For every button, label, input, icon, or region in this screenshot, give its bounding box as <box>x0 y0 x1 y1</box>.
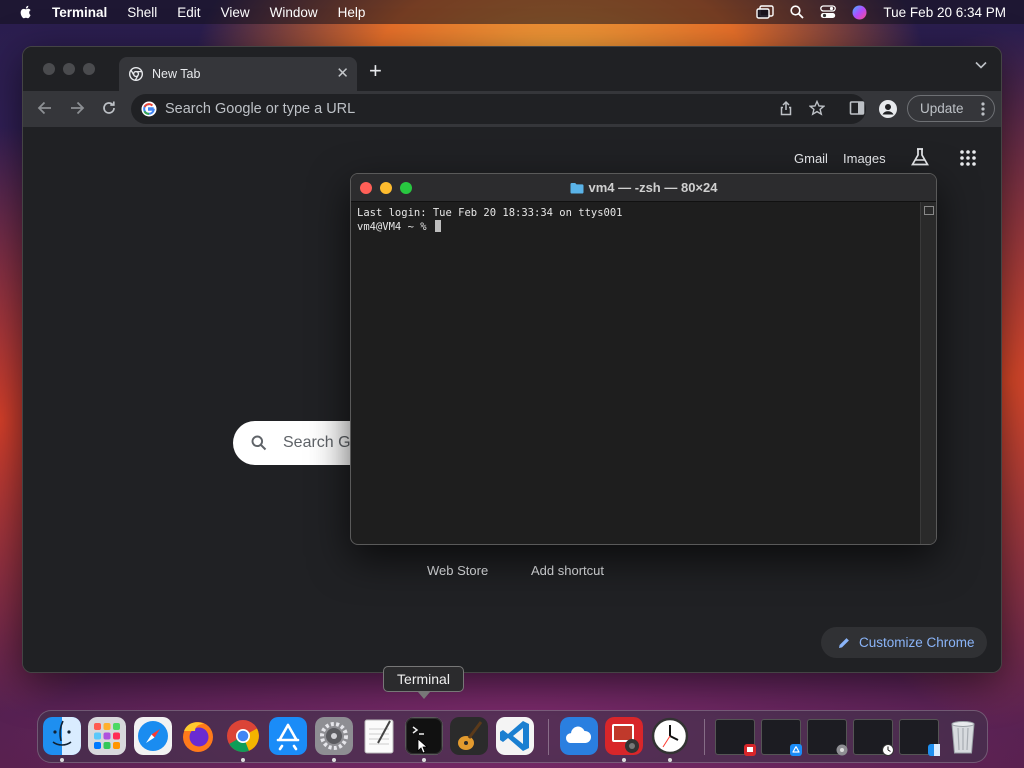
back-arrow-icon[interactable] <box>37 100 53 116</box>
forward-arrow-icon[interactable] <box>69 100 85 116</box>
terminal-cursor <box>434 220 441 232</box>
photo-booth-icon[interactable] <box>605 717 643 755</box>
finder-icon[interactable] <box>43 717 81 755</box>
pencil-icon <box>839 637 849 648</box>
running-indicator <box>668 758 672 762</box>
minimized-window-thumbnail[interactable] <box>761 719 802 756</box>
running-indicator <box>60 758 64 762</box>
menu-window[interactable]: Window <box>270 5 318 20</box>
app-store-icon[interactable] <box>269 717 307 755</box>
new-tab-button[interactable]: + <box>369 59 382 83</box>
system-settings-icon[interactable] <box>315 717 353 755</box>
tab-new-tab[interactable]: New Tab ✕ <box>119 57 357 91</box>
terminal-title-bar[interactable]: vm4 — -zsh — 80×24 <box>351 174 936 202</box>
menu-app-name[interactable]: Terminal <box>52 5 107 20</box>
finder-badge-icon <box>928 744 940 756</box>
terminal-scrollbar[interactable] <box>920 202 936 544</box>
running-indicator <box>332 758 336 762</box>
browser-toolbar: Update <box>23 91 1001 127</box>
running-indicator <box>241 758 245 762</box>
safari-icon[interactable] <box>134 717 172 755</box>
gmail-link[interactable]: Gmail <box>794 151 828 166</box>
spotlight-icon[interactable] <box>790 5 805 19</box>
weather-icon[interactable] <box>560 717 598 755</box>
app-store-badge-icon <box>790 744 802 756</box>
dock-separator <box>548 719 549 755</box>
minimized-window-thumbnail[interactable] <box>807 719 848 756</box>
terminal-window[interactable]: vm4 — -zsh — 80×24 Last login: Tue Feb 2… <box>350 173 937 545</box>
omnibox-input[interactable] <box>165 101 725 117</box>
dock-separator <box>704 719 705 755</box>
update-button[interactable]: Update <box>907 95 995 122</box>
more-vert-icon[interactable] <box>981 101 985 117</box>
menu-clock[interactable]: Tue Feb 20 6:34 PM <box>883 5 1006 20</box>
share-icon[interactable] <box>779 100 793 116</box>
minimize-button[interactable] <box>380 182 392 194</box>
dock-tooltip: Terminal <box>383 666 464 699</box>
minimized-window-thumbnail[interactable] <box>853 719 894 756</box>
menu-bar: Terminal Shell Edit View Window Help Tue… <box>0 0 1024 24</box>
menu-help[interactable]: Help <box>338 5 366 20</box>
minimized-window-thumbnail[interactable] <box>899 719 940 756</box>
apple-icon[interactable] <box>18 4 34 20</box>
clock-icon[interactable] <box>651 717 689 755</box>
terminal-icon[interactable] <box>405 717 443 755</box>
ntp-search-placeholder: Search Go <box>283 434 360 451</box>
chevron-down-icon[interactable] <box>975 61 987 69</box>
images-link[interactable]: Images <box>843 151 886 166</box>
search-icon <box>251 435 267 451</box>
terminal-prompt: vm4@VM4 ~ % <box>357 221 433 233</box>
side-panel-icon[interactable] <box>849 100 865 116</box>
reload-icon[interactable] <box>101 100 117 116</box>
textedit-icon[interactable] <box>360 717 398 755</box>
zoom-button[interactable] <box>400 182 412 194</box>
running-indicator <box>422 758 426 762</box>
minimize-window-button[interactable] <box>63 63 75 75</box>
siri-icon[interactable] <box>852 5 867 20</box>
profile-avatar-icon[interactable] <box>879 100 897 118</box>
menu-view[interactable]: View <box>221 5 250 20</box>
clock-badge-icon <box>882 744 894 756</box>
minimized-window-thumbnail[interactable] <box>715 719 756 756</box>
launchpad-icon[interactable] <box>88 717 126 755</box>
close-window-button[interactable] <box>43 63 55 75</box>
labs-flask-icon[interactable] <box>910 147 930 167</box>
terminal-output[interactable]: Last login: Tue Feb 20 18:33:34 on ttys0… <box>357 206 917 234</box>
shortcut-add-shortcut[interactable]: Add shortcut <box>531 563 604 578</box>
dock <box>37 710 988 763</box>
terminal-line: Last login: Tue Feb 20 18:33:34 on ttys0… <box>357 207 623 219</box>
google-g-icon <box>141 101 157 117</box>
shortcut-web-store[interactable]: Web Store <box>427 563 488 578</box>
folder-icon <box>570 182 583 193</box>
firefox-icon[interactable] <box>179 717 217 755</box>
chrome-icon[interactable] <box>224 717 262 755</box>
running-indicator <box>622 758 626 762</box>
menu-edit[interactable]: Edit <box>177 5 200 20</box>
address-bar[interactable] <box>131 94 866 124</box>
apps-grid-icon[interactable] <box>960 150 976 166</box>
trash-icon[interactable] <box>944 717 982 755</box>
vscode-icon[interactable] <box>496 717 534 755</box>
tab-title: New Tab <box>152 67 201 81</box>
settings-badge-icon <box>836 744 848 756</box>
split-pane-icon[interactable] <box>924 206 934 215</box>
zoom-window-button[interactable] <box>83 63 95 75</box>
bookmark-star-icon[interactable] <box>809 100 825 116</box>
customize-chrome-button[interactable]: Customize Chrome <box>821 627 987 658</box>
update-label: Update <box>920 101 964 116</box>
garageband-icon[interactable] <box>450 717 488 755</box>
close-button[interactable] <box>360 182 372 194</box>
tab-close-icon[interactable]: ✕ <box>336 65 349 83</box>
customize-label: Customize Chrome <box>859 635 975 650</box>
chrome-favicon-icon <box>129 67 143 81</box>
control-center-icon[interactable] <box>820 5 837 19</box>
photo-booth-badge-icon <box>744 744 756 756</box>
screen-mirroring-icon[interactable] <box>756 5 775 19</box>
tab-strip: New Tab ✕ + <box>23 47 1001 91</box>
menu-shell[interactable]: Shell <box>127 5 157 20</box>
terminal-title: vm4 — -zsh — 80×24 <box>588 180 718 195</box>
